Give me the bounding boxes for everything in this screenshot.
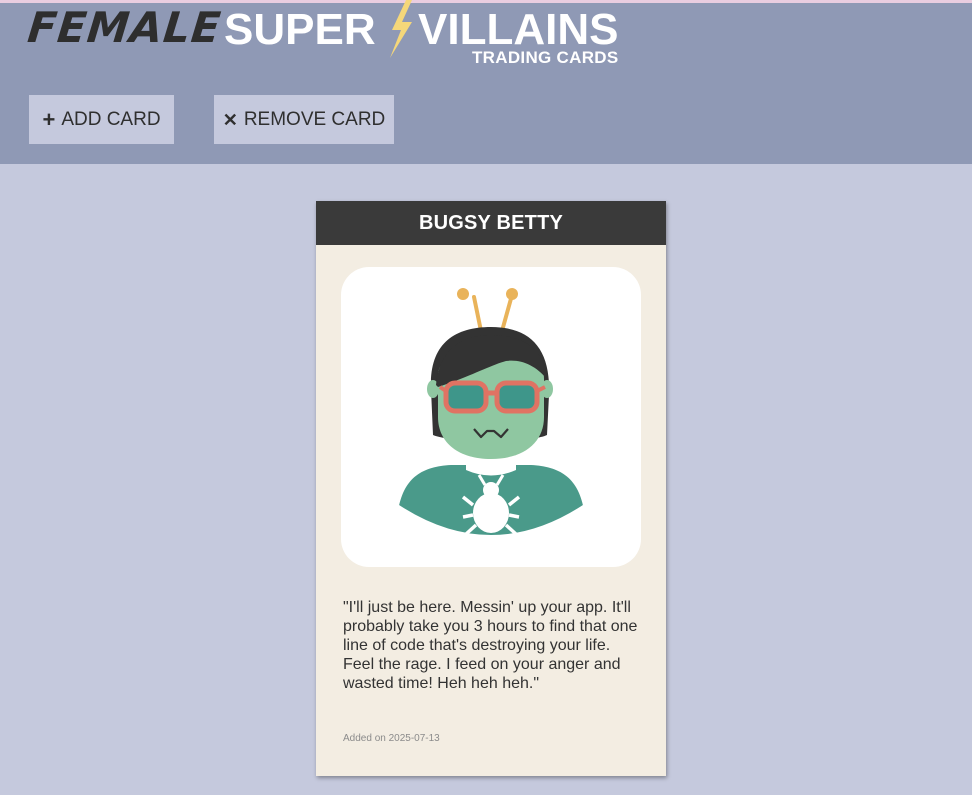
app-logo: FEMALE SUPER VILLAINS TRADING CARDS: [25, 0, 648, 83]
add-card-button[interactable]: + ADD CARD: [29, 95, 174, 144]
card-title: BUGSY BETTY: [418, 211, 564, 234]
remove-card-button[interactable]: ✕ REMOVE CARD: [214, 95, 394, 144]
add-card-label: ADD CARD: [61, 108, 161, 130]
villain-quote: "I'll just be here. Messin' up your app.…: [343, 599, 638, 692]
card-header: BUGSY BETTY: [316, 201, 666, 245]
villain-card[interactable]: BUGSY BETTY "I'll just be here. Messin' …: [316, 201, 666, 776]
lightning-bolt-icon: [390, 0, 412, 58]
app-header: FEMALE SUPER VILLAINS TRADING CARDS + AD…: [0, 0, 972, 164]
plus-icon: +: [42, 106, 56, 132]
logo-subtitle: TRADING CARDS: [472, 48, 619, 67]
logo-super-text: SUPER: [224, 5, 376, 54]
logo-female-text: FEMALE: [25, 3, 224, 52]
added-date: Added on 2025-07-13: [343, 733, 440, 744]
bug-villain-avatar-icon: [396, 288, 586, 539]
portrait-frame: [341, 267, 641, 567]
close-icon: ✕: [222, 109, 238, 130]
remove-card-label: REMOVE CARD: [243, 108, 386, 130]
